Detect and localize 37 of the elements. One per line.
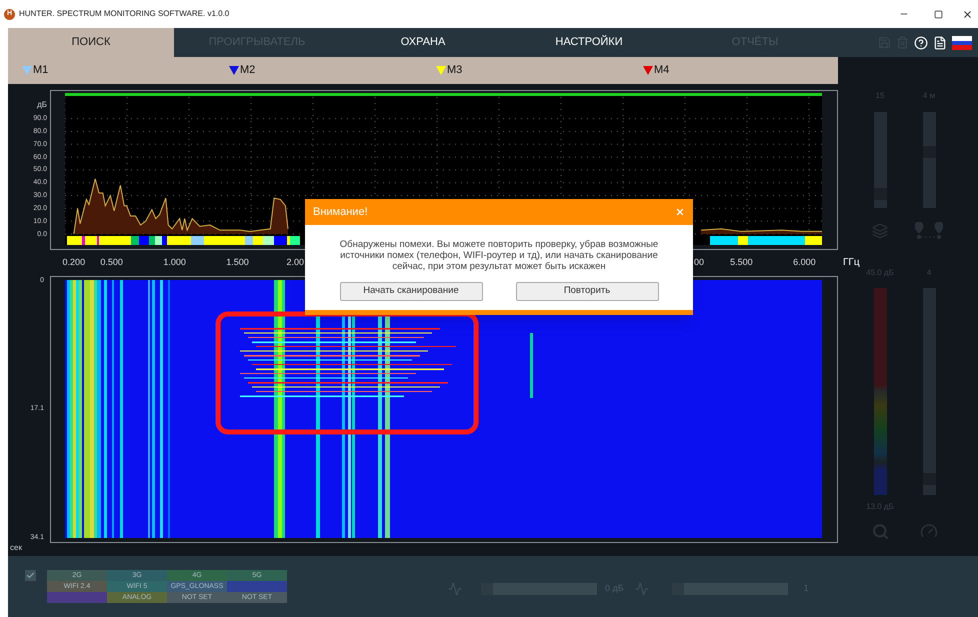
- flag-icon[interactable]: [952, 36, 972, 50]
- dialog-message: Обнаружены помехи. Вы можете повторить проверку, убрав возможные источники помех (телефон, WIFI-роутер и тд), или начать сканирование сейчас, при этом результат может быть искажен: [338, 239, 660, 272]
- marker-label: M4: [654, 63, 670, 78]
- search-icon[interactable]: [872, 522, 888, 540]
- slider-track[interactable]: [922, 112, 936, 208]
- marker-label: M3: [447, 63, 462, 78]
- axis-label: 2.00: [286, 256, 304, 269]
- layers-icon[interactable]: [872, 223, 888, 239]
- axis-label: 00: [694, 256, 704, 269]
- document-icon[interactable]: [933, 36, 947, 50]
- slider-thumb[interactable]: [922, 146, 936, 158]
- checkbox[interactable]: [25, 570, 36, 581]
- slider-thumb[interactable]: [922, 473, 936, 486]
- dialog-title: Внимание!: [313, 204, 368, 220]
- tab[interactable]: ПОИСК: [8, 28, 174, 57]
- axis-label: 1.000: [163, 256, 186, 269]
- close-icon[interactable]: [962, 8, 972, 20]
- route-pins-icon[interactable]: [915, 222, 943, 240]
- axis-unit-label: сек: [9, 543, 23, 553]
- maximize-icon[interactable]: [934, 10, 943, 18]
- axis-label: 5.500: [730, 256, 753, 269]
- gauge-icon[interactable]: [920, 522, 938, 540]
- help-icon[interactable]: [914, 36, 928, 50]
- axis-unit-label: дБ: [37, 99, 47, 111]
- slider-thumb[interactable]: [874, 188, 886, 200]
- slider-track[interactable]: [922, 288, 936, 495]
- marker-label: M2: [240, 63, 256, 78]
- dialog-button[interactable]: Начать сканирование: [340, 282, 482, 301]
- axis-label: 1.500: [226, 256, 249, 269]
- axis-label: 6.000: [793, 256, 816, 269]
- slider-track[interactable]: [874, 112, 886, 208]
- axis-label: 0.500: [100, 256, 123, 269]
- axis-label: 0.200: [62, 256, 86, 269]
- dialog-button[interactable]: Повторить: [516, 282, 658, 301]
- marker-label: M1: [33, 63, 48, 78]
- window-title: HUNTER. SPECTRUM MONITORING SOFTWARE. v1.0.0: [19, 8, 230, 20]
- axis-unit-label: ГГц: [843, 256, 860, 270]
